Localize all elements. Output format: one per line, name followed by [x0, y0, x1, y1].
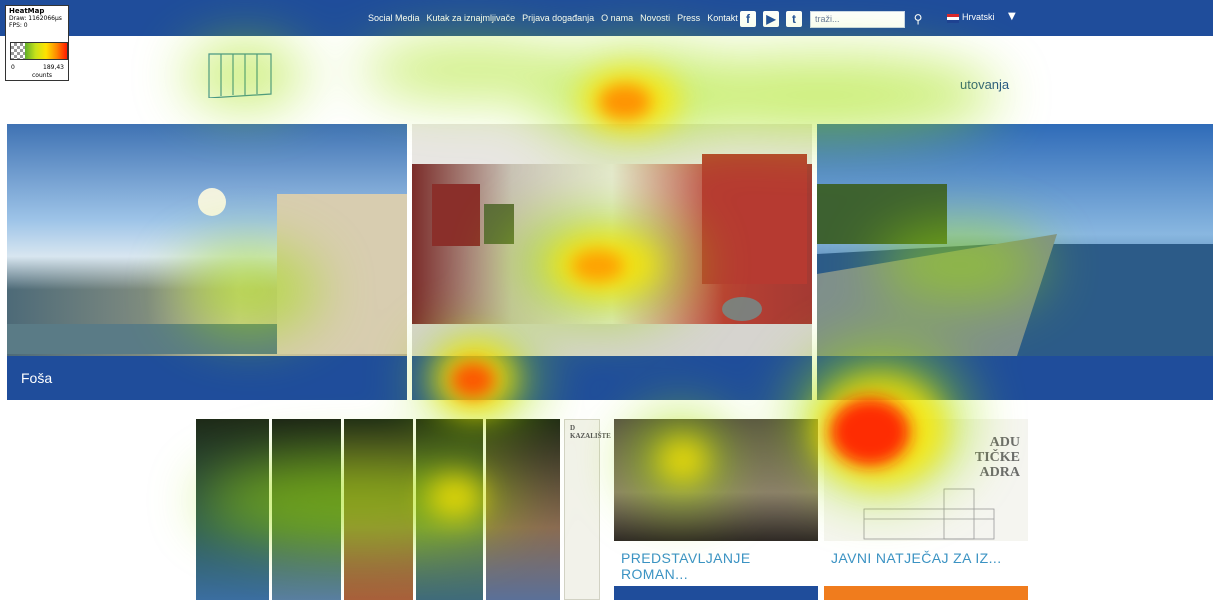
search-input[interactable]: traži...	[810, 11, 905, 28]
hero-slide-sea-organ[interactable]	[817, 124, 1213, 400]
facebook-icon[interactable]: f	[740, 11, 756, 27]
nav-item-o-nama[interactable]: O nama	[601, 13, 633, 23]
news-card[interactable]: ADU TIČKE ADRA JAVNI NATJEČAJ ZA IZ...	[824, 419, 1028, 600]
twitter-icon[interactable]: t	[786, 11, 802, 27]
card-title[interactable]: JAVNI NATJEČAJ ZA IZ...	[831, 550, 1021, 566]
hero-caption	[412, 356, 812, 400]
news-card[interactable]: PREDSTAVLJANJE ROMAN...	[614, 419, 818, 600]
hero-slide-fosa[interactable]: Foša	[7, 124, 407, 400]
hero-slide-gallery[interactable]	[412, 124, 812, 400]
heatmap-title: HeatMap	[9, 7, 45, 15]
nav-item-press[interactable]: Press	[677, 13, 700, 23]
language-selector[interactable]: Hrvatski	[962, 12, 995, 22]
card-footer-bar	[614, 586, 818, 600]
hero-caption	[817, 356, 1213, 400]
nav-item-prijava[interactable]: Prijava događanja	[522, 13, 594, 23]
heatmap-unit: counts	[32, 72, 53, 79]
search-icon[interactable]: ⚲	[909, 11, 927, 28]
card-image: ADU TIČKE ADRA	[824, 419, 1028, 541]
heatmap-info-panel: HeatMap Draw: 1162066µs FPS: 0 0 189,43 …	[5, 5, 69, 81]
heatmap-legend-scale	[10, 42, 68, 60]
nav-item-kutak[interactable]: Kutak za iznajmljivače	[427, 13, 516, 23]
hero-caption: Foša	[7, 356, 407, 400]
theatre-poster[interactable]	[196, 419, 560, 600]
heatmap-draw-time: Draw: 1162066µs	[9, 15, 62, 22]
croatian-flag-icon	[947, 14, 959, 23]
heatmap-min-value: 0	[11, 64, 15, 71]
building-sketch	[863, 488, 995, 540]
main-nav: Social Media Kutak za iznajmljivače Prij…	[368, 0, 738, 36]
chevron-down-icon[interactable]: ▼	[1008, 11, 1016, 22]
youtube-icon[interactable]: ▶	[763, 11, 779, 27]
poster-side-title: D KAZALIŠTE	[570, 424, 611, 440]
heatmap-fps: FPS: 0	[9, 22, 28, 29]
top-nav-bar: Social Media Kutak za iznajmljivače Prij…	[0, 0, 1213, 36]
header-link[interactable]: utovanja	[960, 77, 1009, 92]
card-title[interactable]: PREDSTAVLJANJE ROMAN...	[621, 550, 811, 582]
nav-item-social-media[interactable]: Social Media	[368, 13, 420, 23]
nav-item-novosti[interactable]: Novosti	[640, 13, 670, 23]
site-logo[interactable]	[208, 50, 272, 98]
card-image	[614, 419, 818, 541]
card-footer-bar	[824, 586, 1028, 600]
poster-side-panel: D KAZALIŠTE	[564, 419, 611, 600]
heatmap-max-value: 189,43	[43, 64, 64, 71]
nav-item-kontakt[interactable]: Kontakt	[707, 13, 738, 23]
